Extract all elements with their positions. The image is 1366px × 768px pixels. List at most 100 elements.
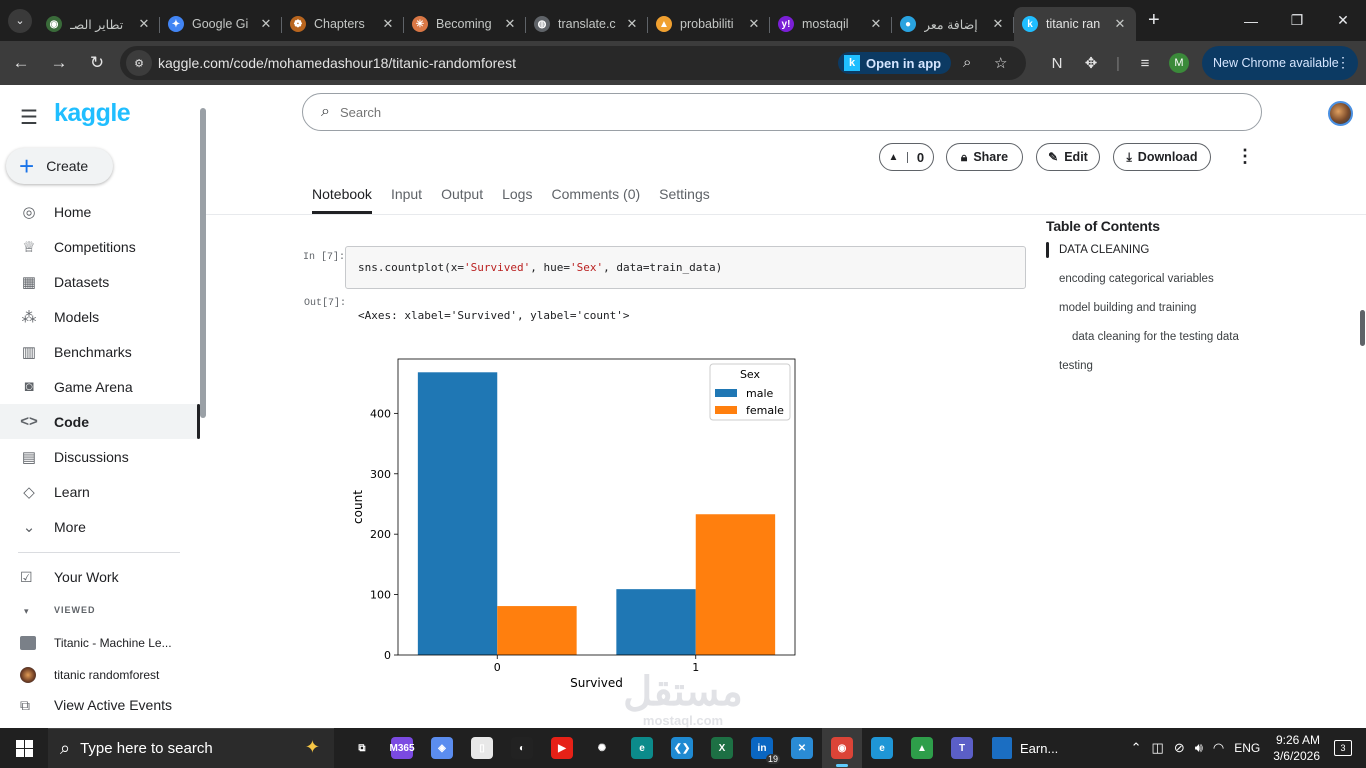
page-scrollbar[interactable] <box>1360 310 1365 346</box>
site-search[interactable]: ⌕ <box>302 93 1262 131</box>
tab-logs[interactable]: Logs <box>502 186 532 214</box>
language-indicator[interactable]: ENG <box>1234 741 1260 755</box>
tab-settings[interactable]: Settings <box>659 186 710 214</box>
forward-icon[interactable]: → <box>42 46 76 80</box>
sidebar-scrollbar[interactable] <box>200 108 206 418</box>
new-tab-button[interactable]: + <box>1148 9 1160 32</box>
browser-tab[interactable]: ✳ Becoming ✕ <box>404 7 526 41</box>
viewed-chevron-icon[interactable]: ▾ <box>0 605 200 617</box>
browser-tab[interactable]: ◉ تطاير الصـ ✕ <box>38 7 160 41</box>
code-cell[interactable]: sns.countplot(x='Survived', hue='Sex', d… <box>345 246 1026 289</box>
more-options-icon[interactable]: ⋮ <box>1236 146 1254 167</box>
sidebar-item-code[interactable]: <> Code <box>0 404 200 439</box>
tab-notebook[interactable]: Notebook <box>312 186 372 214</box>
file-icon[interactable]: ▯ <box>462 728 502 768</box>
toc-item[interactable]: DATA CLEANING <box>1046 242 1356 273</box>
drive-icon[interactable]: ▲ <box>902 728 942 768</box>
camera-icon[interactable]: ◫ <box>1152 740 1164 756</box>
taskbar-search[interactable]: ⌕ Type here to search ✦ <box>48 728 334 768</box>
restore-icon[interactable]: ❐ <box>1274 0 1320 41</box>
app-icon[interactable]: ◐ <box>502 728 542 768</box>
viewed-item-titanic-competition[interactable]: Titanic - Machine Le... <box>0 633 200 653</box>
zoom-search-icon[interactable]: ⌕ <box>963 54 971 71</box>
upvote-button[interactable]: ▲ 0 <box>879 143 934 171</box>
taskbar-earn-app[interactable]: Earn... <box>992 737 1062 759</box>
address-bar[interactable]: ⚙ kaggle.com/code/mohamedashour18/titani… <box>120 46 1026 80</box>
edge-dev-icon[interactable]: e <box>622 728 662 768</box>
sidebar-item-competitions[interactable]: ♕ Competitions <box>0 229 200 264</box>
tab-output[interactable]: Output <box>441 186 483 214</box>
vscode-2-icon[interactable]: ✕ <box>782 728 822 768</box>
new-chrome-available-button[interactable]: New Chrome available ⋮ <box>1202 46 1358 80</box>
edit-button[interactable]: ✎ Edit <box>1036 143 1100 171</box>
browser-tab[interactable]: ✦ Google Gi ✕ <box>160 7 282 41</box>
close-window-icon[interactable]: ✕ <box>1320 0 1366 41</box>
tab-close-icon[interactable]: ✕ <box>746 16 762 32</box>
teams-icon[interactable]: T <box>942 728 982 768</box>
search-input[interactable] <box>339 104 1140 120</box>
create-button[interactable]: + Create <box>6 148 113 184</box>
tab-close-icon[interactable]: ✕ <box>990 16 1006 32</box>
browser-tab[interactable]: ▲ probabiliti ✕ <box>648 7 770 41</box>
tab-close-icon[interactable]: ✕ <box>868 16 884 32</box>
sidebar-item-benchmarks[interactable]: ▥ Benchmarks <box>0 334 200 369</box>
linkedin-icon[interactable]: in 19 <box>742 728 782 768</box>
volume-icon[interactable]: 🔊︎ <box>1195 740 1203 756</box>
toc-item[interactable]: testing <box>1046 360 1356 389</box>
sidebar-item-home[interactable]: ◎ Home <box>0 194 200 229</box>
tab-input[interactable]: Input <box>391 186 422 214</box>
wifi-icon[interactable]: ◠ <box>1213 740 1224 756</box>
start-button[interactable] <box>0 728 48 768</box>
back-icon[interactable]: ← <box>4 46 38 80</box>
tab-close-icon[interactable]: ✕ <box>502 16 518 32</box>
tray-chevron-icon[interactable]: ⌃ <box>1131 740 1142 756</box>
upvote-arrow-icon[interactable]: ▲ <box>880 151 908 163</box>
browser-tab[interactable]: y! mostaqil ✕ <box>770 7 892 41</box>
sidebar-item-game-arena[interactable]: ◙ Game Arena <box>0 369 200 404</box>
toc-item[interactable]: model building and training <box>1046 302 1356 331</box>
bookmark-star-icon[interactable]: ☆ <box>994 54 1007 72</box>
browser-tab[interactable]: ❁ Chapters ✕ <box>282 7 404 41</box>
vscode-icon[interactable]: ❮❯ <box>662 728 702 768</box>
media-controls-icon[interactable]: ≡ <box>1128 46 1162 80</box>
reload-icon[interactable]: ↻ <box>80 46 114 80</box>
chrome-icon[interactable]: ◉ <box>822 728 862 768</box>
edge-icon[interactable]: e <box>862 728 902 768</box>
address-url[interactable]: kaggle.com/code/mohamedashour18/titanic-… <box>158 55 516 71</box>
excel-icon[interactable]: X <box>702 728 742 768</box>
profile-avatar[interactable]: M <box>1162 46 1196 80</box>
tab-close-icon[interactable]: ✕ <box>136 16 152 32</box>
tab-close-icon[interactable]: ✕ <box>1112 16 1128 32</box>
youtube-icon[interactable]: ▶ <box>542 728 582 768</box>
toc-item[interactable]: encoding categorical variables <box>1046 273 1356 302</box>
browser-tab[interactable]: k titanic ran ✕ <box>1014 7 1136 41</box>
tab-search-icon[interactable]: ⌄ <box>8 8 32 33</box>
tab-close-icon[interactable]: ✕ <box>380 16 396 32</box>
tab-close-icon[interactable]: ✕ <box>258 16 274 32</box>
sidebar-item-more[interactable]: ⌄ More <box>0 509 200 544</box>
browser-tab[interactable]: ◍ translate.c ✕ <box>526 7 648 41</box>
open-in-app-button[interactable]: k Open in app <box>838 52 952 74</box>
viewed-item-titanic-randomforest[interactable]: titanic randomforest <box>0 665 200 685</box>
extensions-icon[interactable]: ✥ <box>1074 46 1108 80</box>
chatgpt-icon[interactable]: ✺ <box>582 728 622 768</box>
sidebar-item-datasets[interactable]: ▦ Datasets <box>0 264 200 299</box>
site-info-icon[interactable]: ⚙ <box>126 50 152 76</box>
your-work-link[interactable]: ☑ Your Work <box>0 567 200 587</box>
share-button[interactable]: 🔒︎ Share <box>946 143 1023 171</box>
notifications-icon[interactable]: 3 <box>1334 740 1352 756</box>
notion-icon[interactable]: N <box>1040 46 1074 80</box>
user-avatar[interactable] <box>1328 101 1353 126</box>
sidebar-item-learn[interactable]: ◇ Learn <box>0 474 200 509</box>
download-button[interactable]: ⤓ Download <box>1113 143 1211 171</box>
copilot-icon[interactable]: ◈ <box>422 728 462 768</box>
taskbar-clock[interactable]: 9:26 AM 3/6/2026 <box>1273 732 1320 764</box>
sidebar-item-discussions[interactable]: ▤ Discussions <box>0 439 200 474</box>
task-view-icon[interactable]: ⧉ <box>342 728 382 768</box>
view-active-events-link[interactable]: ⧉ View Active Events <box>0 695 200 715</box>
browser-tab[interactable]: ● إضافة معر ✕ <box>892 7 1014 41</box>
minimize-icon[interactable]: — <box>1228 0 1274 41</box>
toc-item[interactable]: data cleaning for the testing data <box>1046 331 1356 360</box>
chrome-menu-icon[interactable]: ⋮ <box>1336 54 1350 71</box>
menu-icon[interactable]: ☰ <box>20 105 38 130</box>
